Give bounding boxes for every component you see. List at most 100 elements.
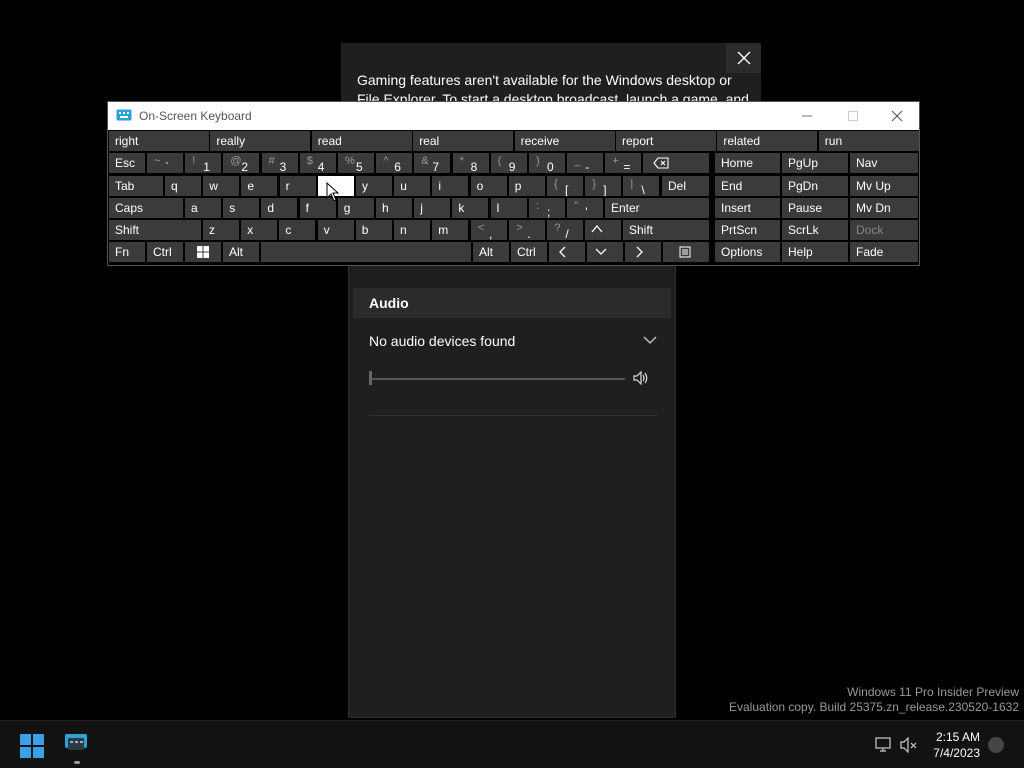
key-d[interactable]: d (261, 198, 298, 218)
key-mv-dn[interactable]: Mv Dn (850, 198, 918, 218)
osk-taskbar-icon[interactable] (62, 729, 92, 759)
key-pgup[interactable]: PgUp (782, 153, 848, 173)
prediction-report[interactable]: report (616, 131, 716, 151)
prediction-real[interactable]: real (413, 131, 514, 151)
key--[interactable]: _ - (567, 153, 604, 173)
key-a[interactable]: a (185, 198, 221, 218)
key-l[interactable]: l (490, 198, 527, 218)
key-mv-up[interactable]: Mv Up (850, 176, 918, 196)
key-quote[interactable]: " ' (567, 198, 604, 218)
key-9[interactable]: (9 (490, 153, 527, 173)
arrow-right-key[interactable] (625, 242, 662, 262)
key-n[interactable]: n (394, 220, 430, 240)
key-1[interactable]: ! 1 (185, 153, 222, 173)
arrow-up-key[interactable] (585, 220, 621, 240)
key-help[interactable]: Help (782, 242, 848, 262)
key-0[interactable]: ) 0 (529, 153, 565, 173)
key-y[interactable]: y (356, 176, 392, 196)
key-pause[interactable]: Pause (782, 198, 848, 218)
key-u[interactable]: u (394, 176, 431, 196)
key-alt[interactable]: Alt (223, 242, 259, 262)
key-e[interactable]: e (241, 176, 278, 196)
key-7[interactable]: & 7 (414, 153, 451, 173)
key-h[interactable]: h (376, 198, 412, 218)
key-q[interactable]: q (165, 176, 201, 196)
key-3[interactable]: #3 (261, 153, 298, 173)
key-8[interactable]: * 8 (452, 153, 489, 173)
key-z[interactable]: z (203, 220, 239, 240)
key-s[interactable]: s (223, 198, 260, 218)
key-w[interactable]: w (203, 176, 240, 196)
windows-key[interactable] (185, 242, 221, 262)
key-del[interactable]: Del (662, 176, 709, 196)
key-ctrl[interactable]: Ctrl (147, 242, 183, 262)
key-alt-right[interactable]: Alt (473, 242, 509, 262)
key-[[interactable]: {[ (547, 176, 583, 196)
volume-slider[interactable] (369, 371, 625, 385)
key-ctrl-right[interactable]: Ctrl (511, 242, 547, 262)
minimize-button[interactable] (784, 102, 830, 130)
backspace-key[interactable] (643, 153, 709, 173)
key-comma[interactable]: <, (471, 220, 507, 240)
key-\[interactable]: | \ (623, 176, 660, 196)
key-fn[interactable]: Fn (109, 242, 145, 262)
notification-center-icon[interactable] (988, 737, 1004, 753)
key-scrlk[interactable]: ScrLk (782, 220, 848, 240)
prediction-read[interactable]: read (311, 131, 412, 151)
spacebar[interactable] (261, 242, 471, 262)
key-5[interactable]: % 5 (338, 153, 374, 173)
key-nav[interactable]: Nav (850, 153, 918, 173)
system-clock[interactable]: 2:15 AM 7/4/2023 (920, 729, 980, 761)
key-Tab[interactable]: Tab (109, 176, 163, 196)
maximize-button[interactable] (830, 102, 876, 130)
chevron-down-icon[interactable] (643, 333, 657, 347)
key-2[interactable]: @2 (223, 153, 260, 173)
key-prtscn[interactable]: PrtScn (715, 220, 780, 240)
key-enter[interactable]: Enter (605, 198, 709, 218)
key-slash[interactable]: ? / (547, 220, 584, 240)
key-j[interactable]: j (414, 198, 451, 218)
prediction-right[interactable]: right (109, 131, 209, 151)
close-button[interactable] (874, 102, 920, 130)
key-end[interactable]: End (715, 176, 780, 196)
key-i[interactable]: i (432, 176, 469, 196)
audio-device-dropdown[interactable]: No audio devices found (369, 333, 515, 349)
key-c[interactable]: c (279, 220, 316, 240)
key-caps[interactable]: Caps (109, 198, 183, 218)
key-shift-right[interactable]: Shift (623, 220, 709, 240)
key-=[interactable]: + = (605, 153, 642, 173)
key-v[interactable]: v (317, 220, 354, 240)
key-period[interactable]: >. (509, 220, 546, 240)
key-`[interactable]: ~ ` (147, 153, 183, 173)
key-semicolon[interactable]: :; (529, 198, 565, 218)
menu-key[interactable] (663, 242, 709, 262)
key-pgdn[interactable]: PgDn (782, 176, 848, 196)
prediction-really[interactable]: really (210, 131, 311, 151)
key-k[interactable]: k (452, 198, 489, 218)
speaker-icon[interactable] (633, 371, 649, 385)
key-r[interactable]: r (279, 176, 316, 196)
key-fade[interactable]: Fade (850, 242, 918, 262)
key-b[interactable]: b (355, 220, 392, 240)
key-esc[interactable]: Esc (109, 153, 145, 173)
key-x[interactable]: x (241, 220, 278, 240)
notification-close-button[interactable] (726, 43, 761, 73)
volume-muted-icon[interactable] (900, 737, 918, 753)
key-shift[interactable]: Shift (109, 220, 201, 240)
prediction-receive[interactable]: receive (514, 131, 615, 151)
key-][interactable]: }] (585, 176, 622, 196)
key-4[interactable]: $4 (299, 153, 336, 173)
arrow-down-key[interactable] (587, 242, 624, 262)
arrow-left-key[interactable] (549, 242, 585, 262)
prediction-related[interactable]: related (717, 131, 818, 151)
network-icon[interactable] (874, 737, 892, 753)
key-options[interactable]: Options (715, 242, 780, 262)
key-g[interactable]: g (337, 198, 374, 218)
osk-title-bar[interactable]: On-Screen Keyboard (108, 102, 919, 130)
key-home[interactable]: Home (715, 153, 780, 173)
windows-start-icon[interactable] (20, 734, 44, 758)
key-o[interactable]: o (470, 176, 507, 196)
key-insert[interactable]: Insert (715, 198, 780, 218)
key-p[interactable]: p (508, 176, 545, 196)
key-m[interactable]: m (432, 220, 469, 240)
